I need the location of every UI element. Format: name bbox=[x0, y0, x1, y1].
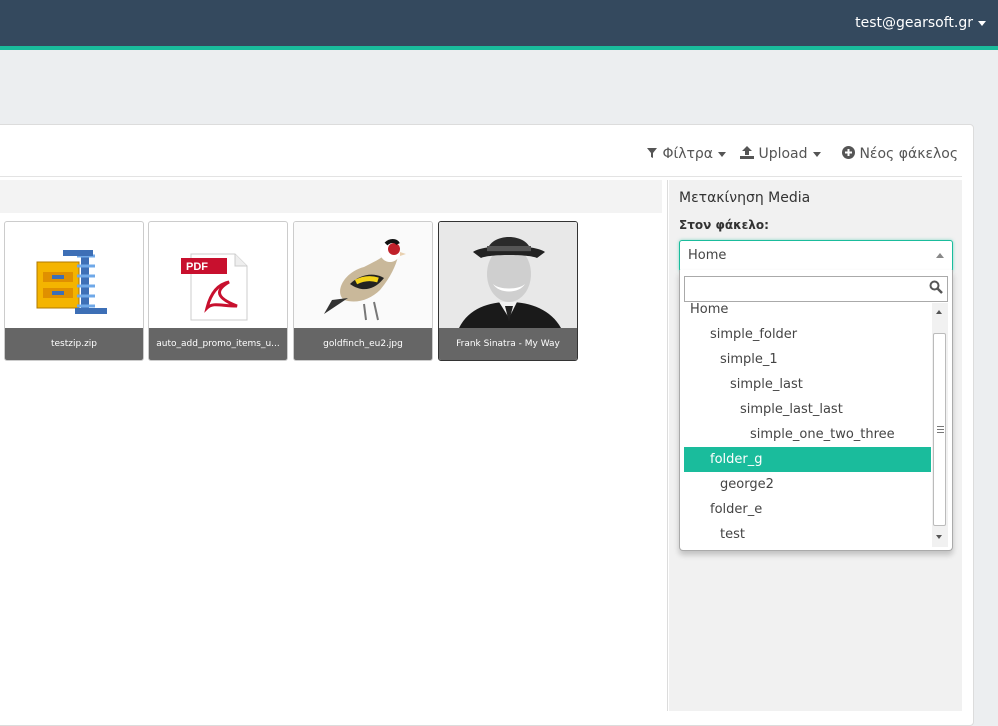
top-navbar: test@gearsoft.gr bbox=[0, 0, 998, 50]
pdf-file-icon: PDF bbox=[181, 253, 248, 321]
zip-archive-icon bbox=[36, 250, 107, 314]
toolbar-divider bbox=[0, 176, 962, 177]
media-caption: testzip.zip bbox=[5, 328, 143, 360]
folder-select[interactable]: Home bbox=[679, 240, 953, 272]
grip-icon bbox=[937, 426, 944, 435]
folder-label: Στον φάκελο: bbox=[679, 218, 769, 232]
svg-text:PDF: PDF bbox=[186, 261, 208, 273]
scrollbar-thumb[interactable] bbox=[933, 333, 946, 526]
folder-option[interactable]: test bbox=[684, 522, 931, 547]
chevron-up-icon bbox=[936, 253, 944, 258]
media-caption: Frank Sinatra - My Way bbox=[439, 328, 577, 360]
folder-option[interactable]: simple_folder bbox=[684, 322, 931, 347]
media-caption: goldfinch_eu2.jpg bbox=[294, 328, 432, 360]
media-grid-header bbox=[0, 180, 662, 213]
folder-option[interactable]: simple_last bbox=[684, 372, 931, 397]
sidebar-title: Μετακίνηση Media bbox=[679, 190, 811, 206]
media-card[interactable]: Frank Sinatra - My Way bbox=[438, 221, 578, 361]
chevron-down-icon bbox=[718, 151, 727, 157]
folder-option[interactable]: simple_one_two_three bbox=[684, 422, 931, 447]
scroll-up-arrow-icon bbox=[936, 310, 942, 314]
folder-search-input[interactable] bbox=[684, 276, 948, 302]
folder-option[interactable]: simple_last_last bbox=[684, 397, 931, 422]
search-icon bbox=[929, 280, 943, 294]
upload-button[interactable]: Upload bbox=[740, 146, 821, 162]
sidebar-divider bbox=[667, 180, 668, 711]
user-email: test@gearsoft.gr bbox=[855, 15, 973, 31]
portrait-photo bbox=[439, 222, 577, 328]
folder-option[interactable]: simple_1 bbox=[684, 347, 931, 372]
media-card[interactable]: PDF auto_add_promo_items_u... bbox=[148, 221, 288, 361]
folder-select-value: Home bbox=[688, 248, 727, 263]
filter-icon bbox=[647, 148, 657, 158]
filters-label: Φίλτρα bbox=[662, 146, 714, 162]
chevron-down-icon bbox=[812, 151, 821, 157]
scroll-down-arrow-icon bbox=[936, 535, 942, 539]
folder-option-list: Home simple_folder simple_1 simple_last simp… bbox=[684, 303, 931, 547]
dropdown-scrollbar[interactable] bbox=[932, 303, 948, 547]
media-caption: auto_add_promo_items_u... bbox=[149, 328, 287, 360]
filters-button[interactable]: Φίλτρα bbox=[646, 146, 727, 162]
folder-option[interactable]: folder_g bbox=[684, 447, 931, 472]
media-card[interactable]: goldfinch_eu2.jpg bbox=[293, 221, 433, 361]
folder-option[interactable]: george2 bbox=[684, 472, 931, 497]
user-menu[interactable]: test@gearsoft.gr bbox=[855, 15, 986, 31]
new-folder-button[interactable]: Νέος φάκελος bbox=[842, 146, 958, 162]
upload-label: Upload bbox=[758, 146, 808, 162]
upload-icon bbox=[740, 146, 754, 159]
media-card[interactable]: testzip.zip bbox=[4, 221, 144, 361]
folder-option[interactable]: Home bbox=[684, 303, 931, 322]
goldfinch-photo bbox=[294, 222, 432, 328]
chevron-down-icon bbox=[978, 20, 986, 26]
plus-circle-icon bbox=[842, 146, 855, 159]
new-folder-label: Νέος φάκελος bbox=[859, 146, 959, 162]
folder-option[interactable]: folder_e bbox=[684, 497, 931, 522]
